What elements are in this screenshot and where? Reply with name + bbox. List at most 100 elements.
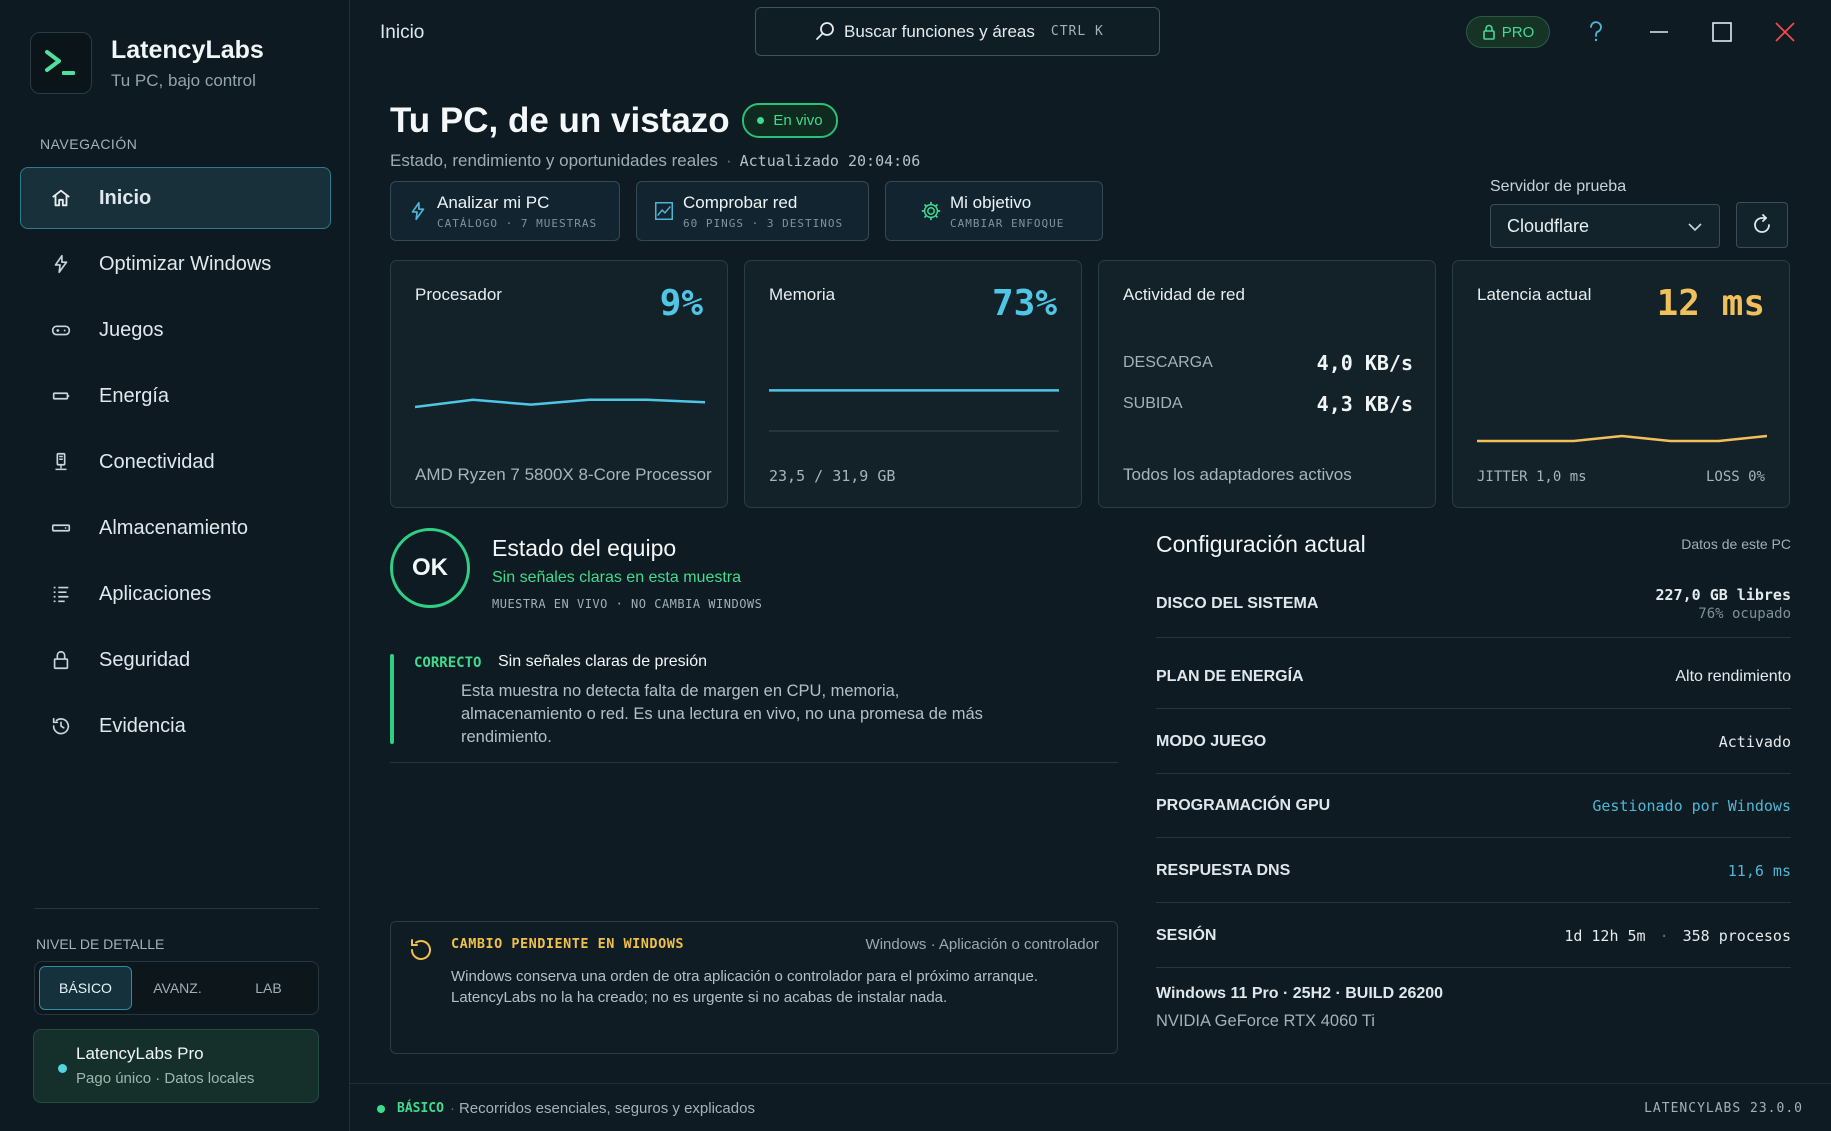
- config-value: Activado: [1718, 732, 1791, 751]
- pro-badge-label: PRO: [1501, 23, 1535, 41]
- refresh-icon: [1754, 214, 1770, 233]
- os-version: Windows 11 Pro · 25H2 · BUILD 26200: [1156, 985, 1444, 1002]
- my-goal-button[interactable]: Mi objetivo CAMBIAR ENFOQUE: [885, 181, 1103, 241]
- sidebar-item-seguridad[interactable]: Seguridad: [20, 629, 331, 691]
- config-value: 1d 12h 5m · 358 procesos: [1564, 926, 1791, 945]
- close-button[interactable]: [1767, 14, 1803, 50]
- status-divider: [390, 762, 1118, 763]
- loss-value: LOSS 0%: [1705, 469, 1765, 485]
- bolt-icon: [411, 201, 425, 221]
- search-shortcut: CTRL K: [1050, 24, 1104, 39]
- latency-sparkline: [1477, 434, 1767, 443]
- memory-usage-value: 73%: [991, 283, 1057, 324]
- config-key: PROGRAMACIÓN GPU: [1156, 796, 1331, 814]
- search-input[interactable]: Buscar funciones y áreas CTRL K: [755, 7, 1160, 56]
- detail-level-basico[interactable]: BÁSICO: [39, 966, 132, 1010]
- sidebar-item-aplicaciones[interactable]: Aplicaciones: [20, 563, 331, 625]
- latency-value: 12 ms: [1656, 283, 1765, 324]
- pro-badge[interactable]: PRO: [1466, 16, 1550, 48]
- sidebar-item-optimizar-windows[interactable]: Optimizar Windows: [20, 233, 331, 295]
- latency-card: Latencia actual 12 ms JITTER 1,0 ms LOSS…: [1452, 260, 1790, 508]
- lock-icon: [49, 648, 73, 672]
- pending-body: Windows conserva una orden de otra aplic…: [451, 968, 1038, 1006]
- lock-icon: [1482, 24, 1495, 40]
- server-selected-value: Cloudflare: [1507, 215, 1590, 236]
- pending-source: Windows · Aplicación o controlador: [865, 936, 1099, 953]
- finding-accent-bar: [390, 654, 394, 744]
- cpu-card-title: Procesador: [415, 285, 502, 304]
- cpu-model: AMD Ryzen 7 5800X 8-Core Processor: [415, 465, 712, 484]
- maximize-icon: [1712, 22, 1732, 42]
- sidebar-item-almacenamiento[interactable]: Almacenamiento: [20, 497, 331, 559]
- gear-icon: [921, 201, 941, 221]
- action-title: Analizar mi PC: [437, 192, 550, 212]
- config-row-session: SESIÓN 1d 12h 5m · 358 procesos: [1156, 904, 1791, 968]
- minimize-button[interactable]: [1641, 14, 1677, 50]
- memory-sparkline: [769, 389, 1059, 432]
- home-icon: [49, 186, 73, 210]
- brand: LatencyLabs Tu PC, bajo control: [30, 32, 264, 94]
- sidebar-item-inicio[interactable]: Inicio: [20, 167, 331, 229]
- action-subtitle: 60 PINGS · 3 DESTINOS: [683, 216, 844, 230]
- memory-card: Memoria 73% 23,5 / 31,9 GB: [744, 260, 1082, 508]
- page-subtitle: Estado, rendimiento y oportunidades real…: [390, 151, 921, 170]
- adapters-status: Todos los adaptadores activos: [1123, 465, 1352, 484]
- config-value: 227,0 GB libres: [1655, 585, 1791, 604]
- sidebar-item-energia[interactable]: Energía: [20, 365, 331, 427]
- cpu-sparkline: [415, 398, 705, 409]
- analyze-pc-button[interactable]: Analizar mi PC CATÁLOGO · 7 MUESTRAS: [390, 181, 620, 241]
- detail-level-avanzado[interactable]: AVANZ.: [132, 966, 223, 1010]
- gamepad-icon: [49, 318, 73, 342]
- pro-card-title: LatencyLabs Pro: [76, 1044, 204, 1063]
- sidebar-item-conectividad[interactable]: Conectividad: [20, 431, 331, 493]
- pending-change-card[interactable]: CAMBIO PENDIENTE EN WINDOWS Windows · Ap…: [390, 921, 1118, 1054]
- latency-card-title: Latencia actual: [1477, 285, 1592, 304]
- nav-heading: NAVEGACIÓN: [40, 136, 138, 152]
- brand-subtitle: Tu PC, bajo control: [111, 70, 256, 90]
- pro-status-dot: [58, 1064, 67, 1073]
- download-value: 4,0 KB/s: [1316, 351, 1413, 375]
- detail-level-lab[interactable]: LAB: [223, 966, 314, 1010]
- maximize-button[interactable]: [1704, 14, 1740, 50]
- detail-level-heading: NIVEL DE DETALLE: [36, 936, 165, 952]
- session-processes: 358 procesos: [1682, 926, 1791, 945]
- sidebar-item-label: Seguridad: [99, 648, 191, 671]
- config-key: RESPUESTA DNS: [1156, 861, 1291, 879]
- config-key: PLAN DE ENERGÍA: [1156, 667, 1304, 685]
- jitter-value: JITTER 1,0 ms: [1477, 469, 1587, 485]
- detail-level-selector: BÁSICO AVANZ. LAB: [34, 961, 319, 1015]
- network-card: Actividad de red DESCARGA 4,0 KB/s SUBID…: [1098, 260, 1436, 508]
- sidebar-item-label: Conectividad: [99, 450, 215, 473]
- upload-row: SUBIDA 4,3 KB/s: [1123, 392, 1413, 416]
- sidebar-divider: [34, 908, 319, 909]
- status-meta: MUESTRA EN VIVO · NO CAMBIA WINDOWS: [492, 597, 763, 611]
- help-button[interactable]: [1578, 14, 1614, 50]
- sidebar-item-evidencia[interactable]: Evidencia: [20, 695, 331, 757]
- history-icon: [49, 714, 73, 738]
- check-network-button[interactable]: Comprobar red 60 PINGS · 3 DESTINOS: [636, 181, 869, 241]
- finding-tag: CORRECTO: [414, 655, 482, 671]
- refresh-button[interactable]: [1736, 202, 1788, 248]
- footer-divider: [350, 1083, 1831, 1084]
- bolt-icon: [49, 252, 73, 276]
- server-select[interactable]: Cloudflare: [1490, 204, 1720, 248]
- pro-card[interactable]: LatencyLabs Pro Pago único · Datos local…: [33, 1029, 319, 1103]
- action-subtitle: CATÁLOGO · 7 MUESTRAS: [437, 216, 598, 230]
- server-label: Servidor de prueba: [1490, 178, 1627, 195]
- latency-sparkline-line: [1477, 434, 1767, 443]
- sidebar-item-label: Evidencia: [99, 714, 186, 737]
- sidebar-item-label: Juegos: [99, 318, 164, 341]
- sidebar-item-juegos[interactable]: Juegos: [20, 299, 331, 361]
- chevron-down-icon: [1688, 223, 1702, 232]
- memory-amount: 23,5 / 31,9 GB: [769, 467, 896, 485]
- search-placeholder: Buscar funciones y áreas: [844, 21, 1035, 41]
- action-title: Comprobar red: [683, 192, 798, 212]
- live-dot: [757, 117, 765, 124]
- live-badge-label: En vivo: [773, 112, 823, 129]
- sidebar-item-label: Energía: [99, 384, 170, 407]
- search-icon: [814, 20, 836, 47]
- config-title: Configuración actual: [1156, 531, 1366, 557]
- drive-icon: [49, 516, 73, 540]
- config-row-dns: RESPUESTA DNS 11,6 ms: [1156, 839, 1791, 903]
- session-uptime: 1d 12h 5m: [1564, 926, 1646, 945]
